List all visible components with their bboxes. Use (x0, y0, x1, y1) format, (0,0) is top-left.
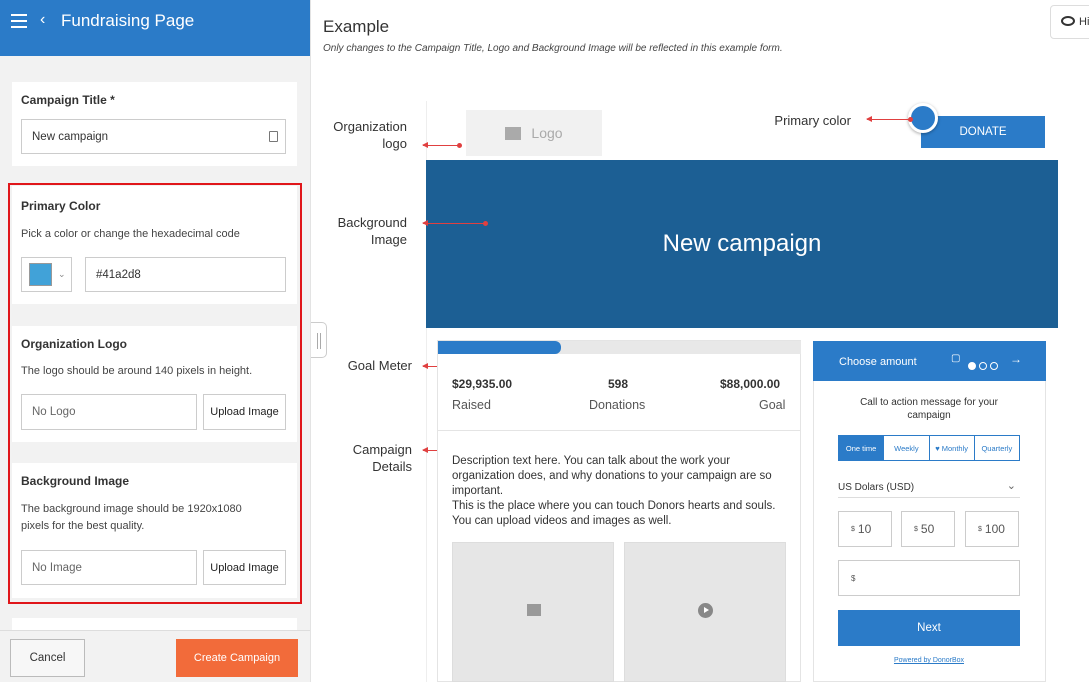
org-logo-placeholder: Logo (466, 110, 602, 156)
call-to-action-message: Call to action message for your campaign (860, 397, 998, 421)
donate-button[interactable]: DONATE (921, 116, 1045, 148)
donations-label: Donations (589, 398, 646, 412)
annotation-campaign-details: Campaign Details (352, 442, 412, 474)
step-indicator (968, 357, 1001, 375)
play-icon[interactable] (698, 603, 713, 618)
annotation-org-logo: Organization logo (333, 119, 407, 151)
hero-banner: New campaign (426, 160, 1058, 328)
campaign-title-input[interactable]: New campaign (21, 119, 286, 154)
hamburger-menu-icon[interactable] (11, 14, 27, 28)
currency-select[interactable]: US Dolars (USD) ⌄ (838, 478, 1020, 498)
annotation-bg-image: Background Image (337, 215, 407, 247)
hero-title: New campaign (662, 230, 822, 257)
eye-off-icon (1061, 16, 1075, 26)
video-placeholder (624, 542, 786, 682)
goal-value: $88,000.00 (720, 377, 781, 391)
chevron-down-icon: ⌄ (1006, 480, 1016, 492)
next-card-edge (12, 618, 297, 630)
example-subtitle: Only changes to the Campaign Title, Logo… (323, 43, 783, 54)
example-title: Example (323, 17, 390, 36)
frequency-quarterly[interactable]: Quarterly (973, 436, 1019, 460)
raised-label: Raised (452, 398, 491, 412)
annotation-arrow (422, 220, 488, 226)
raised-value: $29,935.00 (452, 377, 513, 391)
powered-by-link[interactable]: Powered by DonorBox (838, 657, 1020, 664)
frequency-toggle: One time Weekly ♥ Monthly Quarterly (838, 435, 1020, 461)
hide-example-button[interactable]: Hi (1050, 5, 1089, 39)
image-placeholder (452, 542, 614, 682)
arrow-right-icon[interactable]: → (1010, 352, 1022, 366)
image-icon (527, 604, 541, 616)
goal-label: Goal (759, 398, 786, 412)
back-chevron-icon[interactable]: ‹ (40, 11, 45, 29)
image-icon (505, 126, 522, 140)
create-campaign-button[interactable]: Create Campaign (176, 639, 298, 677)
custom-amount-input[interactable]: $ (838, 560, 1020, 596)
goal-meter-fill (438, 341, 562, 354)
amount-option-100[interactable]: $100 (965, 511, 1019, 547)
campaign-description: Description text here. You can talk abou… (452, 455, 776, 527)
annotation-arrow (866, 116, 913, 122)
panel-title: Fundraising Page (61, 11, 195, 30)
frequency-monthly[interactable]: ♥ Monthly (928, 436, 974, 460)
annotation-goal-meter: Goal Meter (347, 358, 412, 373)
panel-header: ‹ Fundraising Page (0, 0, 310, 56)
cancel-button[interactable]: Cancel (10, 639, 85, 677)
amount-option-50[interactable]: $50 (901, 511, 955, 547)
campaign-title-label: Campaign Title * (21, 93, 115, 107)
campaign-title-card: Campaign Title * New campaign (12, 82, 297, 166)
next-button[interactable]: Next (838, 610, 1020, 646)
annotation-arrow (422, 142, 462, 148)
donations-value: 598 (608, 377, 629, 391)
resize-handle[interactable] (311, 322, 327, 358)
donation-form-header: Choose amount ▢ → (813, 341, 1046, 381)
frequency-one-time[interactable]: One time (839, 436, 884, 460)
text-format-icon (269, 131, 278, 142)
frequency-weekly[interactable]: Weekly (883, 436, 928, 460)
lock-icon: ▢ (951, 353, 961, 364)
divider (438, 430, 801, 431)
amount-option-10[interactable]: $10 (838, 511, 892, 547)
highlight-box (8, 183, 302, 604)
annotation-primary-color: Primary color (774, 113, 851, 128)
choose-amount-label: Choose amount (839, 356, 917, 368)
